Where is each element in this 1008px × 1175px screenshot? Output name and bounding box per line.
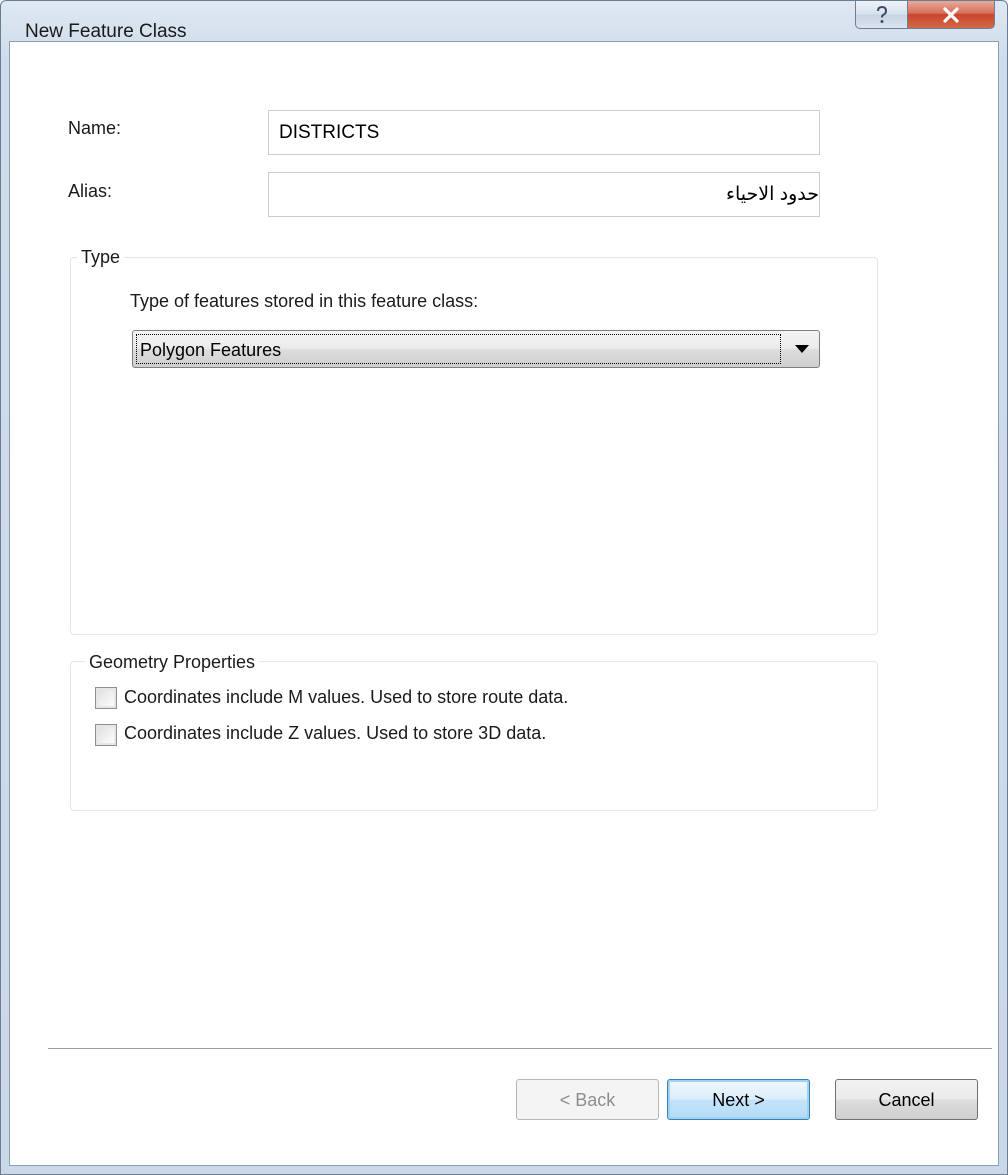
title-bar[interactable]: New Feature Class	[1, 1, 1007, 42]
dialog-content: Name: Alias: Type Type of features store…	[9, 41, 999, 1166]
m-values-checkbox[interactable]	[95, 687, 117, 709]
next-button[interactable]: Next >	[667, 1079, 810, 1120]
help-button[interactable]	[855, 1, 908, 29]
feature-type-selected: Polygon Features	[136, 334, 781, 364]
help-icon	[876, 5, 887, 23]
cancel-button[interactable]: Cancel	[835, 1079, 978, 1120]
caption-buttons	[855, 1, 995, 29]
alias-input[interactable]	[268, 172, 820, 217]
footer-separator	[48, 1048, 992, 1052]
name-input[interactable]	[268, 110, 820, 155]
z-values-label[interactable]: Coordinates include Z values. Used to st…	[124, 723, 546, 744]
type-group	[70, 257, 878, 635]
alias-label: Alias:	[68, 181, 113, 201]
close-icon	[943, 6, 959, 23]
name-label: Name:	[68, 118, 122, 138]
geometry-group-legend: Geometry Properties	[85, 652, 260, 673]
window-title: New Feature Class	[25, 21, 187, 42]
z-values-checkbox[interactable]	[95, 724, 117, 746]
close-button[interactable]	[908, 1, 995, 29]
back-button[interactable]: < Back	[516, 1079, 659, 1120]
feature-type-dropdown[interactable]: Polygon Features	[132, 330, 820, 368]
type-group-legend: Type	[77, 247, 125, 268]
m-values-label[interactable]: Coordinates include M values. Used to st…	[124, 687, 568, 708]
dialog-window: New Feature Class Name: Alias: Type Ty	[0, 0, 1008, 1175]
chevron-down-icon	[795, 345, 809, 353]
type-prompt-label: Type of features stored in this feature …	[130, 291, 479, 311]
